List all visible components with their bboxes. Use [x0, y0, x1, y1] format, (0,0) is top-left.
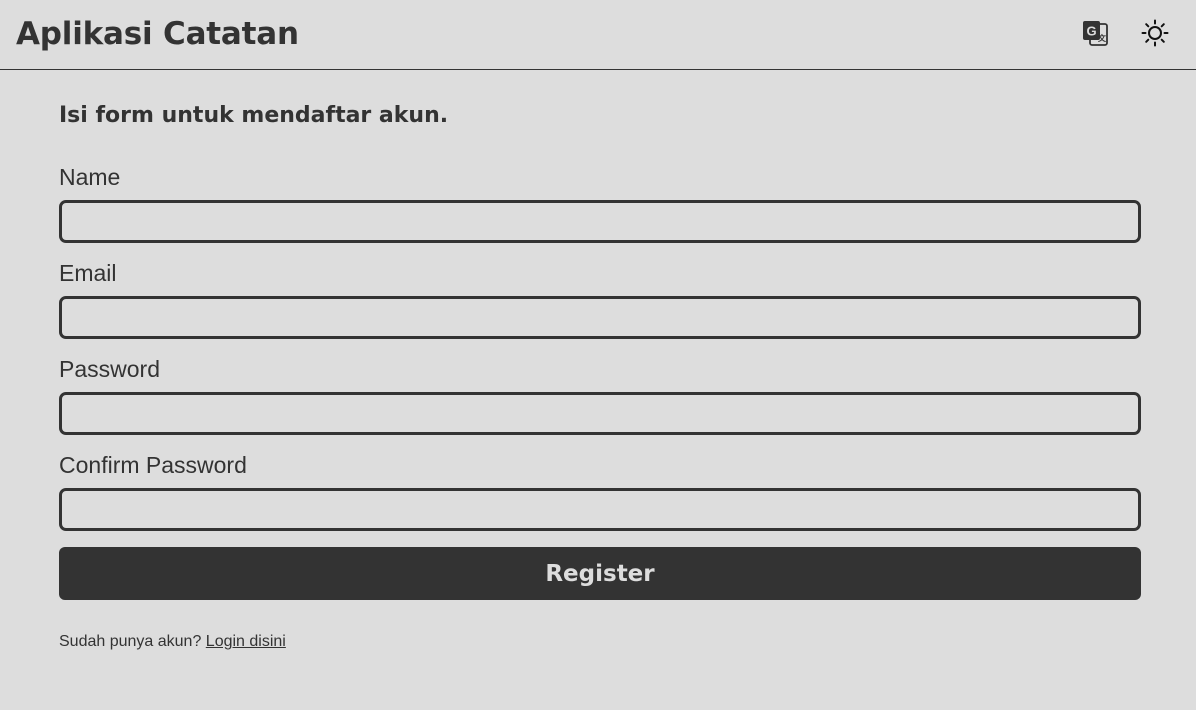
theme-toggle-button[interactable] [1139, 17, 1171, 51]
email-input[interactable] [59, 296, 1141, 339]
register-intro: Isi form untuk mendaftar akun. [59, 103, 449, 128]
app-root: Aplikasi Catatan G 文 Isi form untuk mend… [0, 0, 1196, 710]
confirm-password-input[interactable] [59, 488, 1141, 531]
login-prompt-text: Sudah punya akun? [59, 633, 202, 650]
sun-icon [1140, 18, 1170, 51]
app-title[interactable]: Aplikasi Catatan [16, 14, 299, 54]
navbar: Aplikasi Catatan G 文 [0, 0, 1196, 70]
password-label: Password [59, 356, 160, 382]
login-prompt: Sudah punya akun? Login disini [59, 631, 286, 653]
translate-button[interactable]: G 文 [1079, 17, 1111, 51]
svg-text:G: G [1086, 23, 1096, 38]
confirm-password-label: Confirm Password [59, 452, 247, 478]
name-label: Name [59, 164, 121, 190]
email-label: Email [59, 260, 117, 286]
translate-icon: G 文 [1081, 19, 1109, 50]
svg-text:文: 文 [1098, 33, 1107, 43]
login-link[interactable]: Login disini [206, 633, 286, 650]
name-input[interactable] [59, 200, 1141, 243]
password-input[interactable] [59, 392, 1141, 435]
register-button[interactable]: Register [59, 547, 1141, 600]
